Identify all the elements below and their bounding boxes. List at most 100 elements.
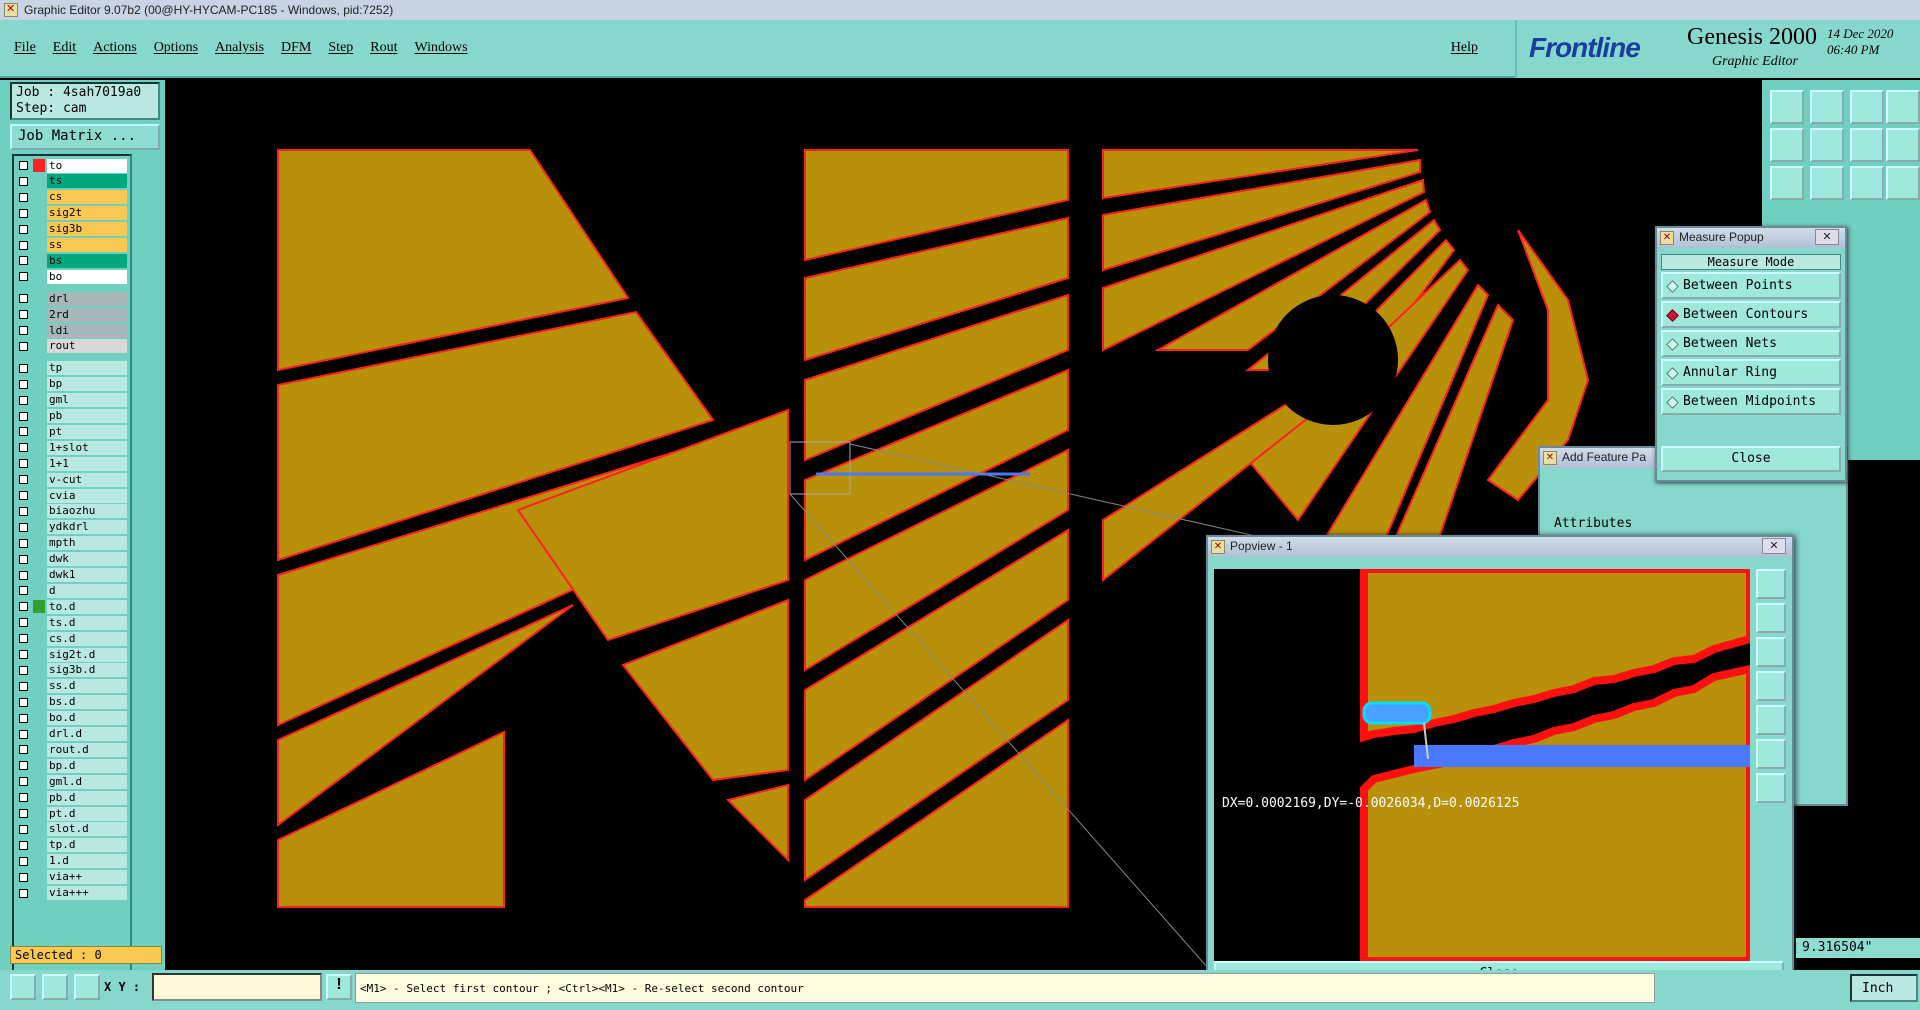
- layer-checkbox[interactable]: [19, 570, 28, 580]
- pv-zoom-icon[interactable]: [1756, 569, 1786, 599]
- tool-zoom-in-icon[interactable]: [1770, 166, 1804, 200]
- layer-name[interactable]: to: [47, 158, 127, 173]
- layer-checkbox[interactable]: [19, 888, 28, 898]
- layer-name[interactable]: sig2t.d: [47, 647, 127, 662]
- layer-checkbox[interactable]: [19, 443, 28, 453]
- layer-row[interactable]: 1+slot: [14, 440, 134, 455]
- layer-checkbox[interactable]: [19, 554, 28, 564]
- layer-checkbox[interactable]: [19, 713, 28, 723]
- layer-name[interactable]: cs.d: [47, 631, 127, 646]
- layer-row[interactable]: mpth: [14, 536, 134, 551]
- layer-checkbox[interactable]: [19, 586, 28, 596]
- layer-name[interactable]: pb: [47, 409, 127, 423]
- layer-row[interactable]: cs.d: [14, 631, 134, 646]
- layer-checkbox[interactable]: [19, 729, 28, 739]
- layer-row[interactable]: ydkdrl: [14, 520, 134, 535]
- layer-name[interactable]: pt: [47, 424, 127, 439]
- pv-fit-icon[interactable]: [1756, 739, 1786, 769]
- layer-checkbox[interactable]: [19, 602, 28, 612]
- layer-name[interactable]: pb.d: [47, 790, 127, 805]
- layer-checkbox[interactable]: [19, 824, 28, 834]
- layer-checkbox[interactable]: [19, 761, 28, 771]
- layer-checkbox[interactable]: [19, 240, 28, 250]
- layer-row[interactable]: via++: [14, 870, 134, 885]
- pv-bottom-icon[interactable]: [1756, 637, 1786, 667]
- unit-selector[interactable]: Inch: [1850, 974, 1918, 1002]
- layer-checkbox[interactable]: [19, 363, 28, 373]
- tool-help-icon[interactable]: [1886, 166, 1920, 200]
- layer-name[interactable]: mpth: [47, 536, 127, 551]
- layer-checkbox[interactable]: [19, 538, 28, 548]
- layer-row[interactable]: gml: [14, 393, 134, 408]
- layer-checkbox[interactable]: [19, 618, 28, 628]
- layer-checkbox[interactable]: [19, 681, 28, 691]
- layer-name[interactable]: gml.d: [47, 774, 127, 789]
- layer-name[interactable]: ss.d: [47, 679, 127, 694]
- layer-name[interactable]: dwk: [47, 552, 127, 567]
- layer-row[interactable]: pt: [14, 424, 134, 439]
- layer-name[interactable]: sig3b.d: [47, 663, 127, 678]
- tool-left-icon[interactable]: [1770, 128, 1804, 162]
- layer-checkbox[interactable]: [19, 872, 28, 882]
- layer-row[interactable]: sig3b: [14, 222, 134, 237]
- layer-checkbox[interactable]: [19, 395, 28, 405]
- layer-checkbox[interactable]: [19, 161, 28, 170]
- layer-row[interactable]: pb: [14, 409, 134, 424]
- layer-row[interactable]: tp: [14, 361, 134, 376]
- layer-row[interactable]: cvia: [14, 488, 134, 503]
- popview-canvas[interactable]: DX=0.0002169,DY=-0.0026034,D=0.0026125: [1214, 569, 1750, 961]
- pv-expand-icon[interactable]: [1756, 773, 1786, 803]
- layer-checkbox[interactable]: [19, 697, 28, 707]
- layer-checkbox[interactable]: [19, 310, 28, 320]
- layer-checkbox[interactable]: [19, 427, 28, 437]
- layer-row[interactable]: drl: [14, 291, 134, 306]
- layer-row[interactable]: dwk: [14, 552, 134, 567]
- layer-name[interactable]: via++: [47, 870, 127, 885]
- pv-top-icon[interactable]: [1756, 603, 1786, 633]
- layer-name[interactable]: bp.d: [47, 758, 127, 773]
- layer-row[interactable]: slot.d: [14, 822, 134, 837]
- layer-checkbox[interactable]: [19, 745, 28, 755]
- close-icon[interactable]: ✕: [1543, 451, 1557, 465]
- mode-between-nets[interactable]: Between Nets: [1661, 330, 1841, 357]
- layer-name[interactable]: d: [47, 583, 127, 598]
- layer-name[interactable]: tp: [47, 361, 127, 376]
- layer-row[interactable]: sig3b.d: [14, 663, 134, 678]
- layer-checkbox[interactable]: [19, 208, 28, 218]
- layer-checkbox[interactable]: [19, 506, 28, 516]
- layer-row[interactable]: rout.d: [14, 742, 134, 757]
- tool-right-icon[interactable]: [1810, 128, 1844, 162]
- layer-name[interactable]: 1+1: [47, 456, 127, 471]
- layer-name[interactable]: gml: [47, 393, 127, 408]
- layer-name[interactable]: bo.d: [47, 711, 127, 726]
- layer-name[interactable]: tp.d: [47, 838, 127, 853]
- layer-checkbox[interactable]: [19, 650, 28, 659]
- menu-step[interactable]: Step: [328, 40, 353, 56]
- layer-row[interactable]: dwk1: [14, 568, 134, 583]
- measure-close-button[interactable]: Close: [1661, 446, 1841, 472]
- layer-checkbox[interactable]: [19, 176, 28, 186]
- layer-checkbox[interactable]: [19, 475, 28, 485]
- layer-row[interactable]: to: [14, 158, 134, 173]
- layer-name[interactable]: cs: [47, 190, 127, 205]
- layer-row[interactable]: bp: [14, 377, 134, 392]
- layer-checkbox[interactable]: [19, 294, 28, 304]
- layer-name[interactable]: ldi: [47, 323, 127, 338]
- layer-name[interactable]: pt.d: [47, 806, 127, 821]
- layer-row[interactable]: ts.d: [14, 615, 134, 630]
- layer-name[interactable]: drl: [47, 291, 127, 306]
- mode-between-contours[interactable]: Between Contours: [1661, 301, 1841, 328]
- layer-name[interactable]: cvia: [47, 488, 127, 503]
- layer-name[interactable]: ydkdrl: [47, 520, 127, 535]
- layer-name[interactable]: sig3b: [47, 222, 127, 237]
- layer-checkbox[interactable]: [19, 256, 28, 266]
- layer-checkbox[interactable]: [19, 793, 28, 803]
- layer-name[interactable]: dwk1: [47, 568, 127, 582]
- layer-checkbox[interactable]: [19, 224, 28, 234]
- close-icon[interactable]: ✕: [1762, 538, 1786, 554]
- layer-name[interactable]: drl.d: [47, 727, 127, 741]
- layer-row[interactable]: sig2t.d: [14, 647, 134, 662]
- layer-row[interactable]: drl.d: [14, 727, 134, 742]
- layer-row[interactable]: ss: [14, 238, 134, 253]
- layer-row[interactable]: bp.d: [14, 758, 134, 773]
